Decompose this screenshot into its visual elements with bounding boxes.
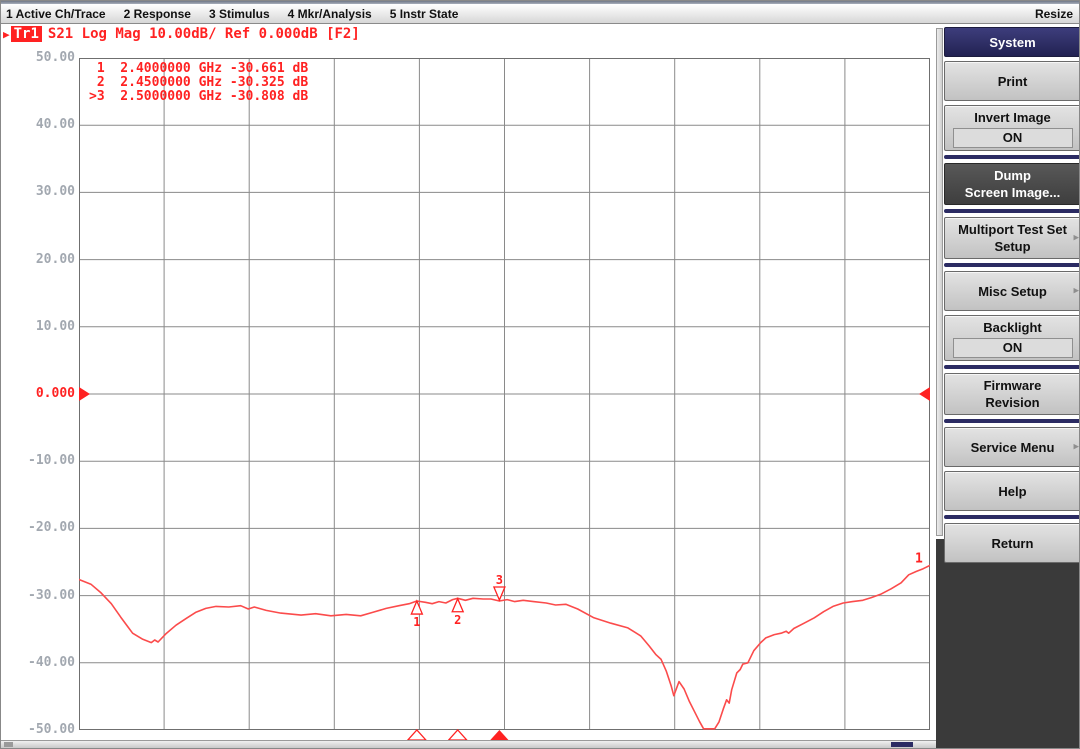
trace-header: ▶ Tr1 S21 Log Mag 10.00dB/ Ref 0.000dB [… <box>3 26 360 42</box>
softkey-multiport-test-set[interactable]: Multiport Test SetSetup ▸ <box>944 217 1080 259</box>
sidebar-track <box>936 28 943 536</box>
softkey-service-menu[interactable]: Service Menu ▸ <box>944 427 1080 467</box>
softkey-separator <box>944 515 1080 519</box>
y-axis-label: -30.00 <box>3 588 75 604</box>
softkey-label: Multiport Test Set <box>958 221 1067 238</box>
softkey-label: Backlight <box>983 319 1042 336</box>
softkey-label: Screen Image... <box>965 184 1060 201</box>
menu-item-5[interactable]: 5 Instr State <box>390 7 459 21</box>
marker-2-number: 2 <box>454 613 461 627</box>
instrument-screen: 1 Active Ch/Trace 2 Response 3 Stimulus 4 M… <box>0 0 1080 749</box>
submenu-arrow-icon: ▸ <box>1073 439 1079 456</box>
status-bar-nub <box>4 742 13 747</box>
softkey-help[interactable]: Help <box>944 471 1080 511</box>
menu-item-3[interactable]: 3 Stimulus <box>209 7 270 21</box>
menubar-items: 1 Active Ch/Trace 2 Response 3 Stimulus 4 M… <box>1 7 458 21</box>
y-axis-label: 40.00 <box>3 117 75 133</box>
y-axis-label: -10.00 <box>3 453 75 469</box>
y-axis-label: -40.00 <box>3 655 75 671</box>
menu-item-4[interactable]: 4 Mkr/Analysis <box>288 7 372 21</box>
softkey-separator <box>944 365 1080 369</box>
softkey-label: Help <box>998 483 1026 500</box>
y-axis-reference-label: 0.000 <box>3 386 75 402</box>
softkey-label: Return <box>992 535 1034 552</box>
marker-2-icon <box>452 599 463 612</box>
softkey-label: Setup <box>994 238 1030 255</box>
y-axis-label: 10.00 <box>3 319 75 335</box>
y-axis-label: -20.00 <box>3 520 75 536</box>
status-bar <box>1 740 936 748</box>
softkey-label: Misc Setup <box>978 283 1047 300</box>
reference-triangle-left-icon <box>79 387 90 401</box>
softkey-separator <box>944 155 1080 159</box>
softkey-system[interactable]: System <box>944 27 1080 57</box>
softkey-dump[interactable]: DumpScreen Image... <box>944 163 1080 205</box>
status-bar-chip <box>891 742 913 747</box>
softkey-backlight[interactable]: Backlight ON <box>944 315 1080 361</box>
softkey-label: System <box>989 34 1035 51</box>
y-axis-label: 30.00 <box>3 184 75 200</box>
marker-3-number: 3 <box>496 573 503 587</box>
trace-header-text: S21 Log Mag 10.00dB/ Ref 0.000dB [F2] <box>48 26 360 42</box>
softkey-print[interactable]: Print <box>944 61 1080 101</box>
menu-item-1[interactable]: 1 Active Ch/Trace <box>6 7 106 21</box>
softkey-label: Service Menu <box>971 439 1055 456</box>
softkey-label: Print <box>998 73 1028 90</box>
reference-triangle-right-icon <box>919 387 930 401</box>
marker-readout: 1 2.4000000 GHz -30.661 dB 2 2.4500000 G… <box>89 62 308 104</box>
softkey-separator <box>944 263 1080 267</box>
measurement-plot: 1 2 3 1 <box>79 58 930 749</box>
softkey-label: Invert Image <box>974 109 1051 126</box>
menu-item-2[interactable]: 2 Response <box>124 7 191 21</box>
sidebar-dark-fill <box>936 539 1080 749</box>
marker-3-icon <box>494 587 505 600</box>
softkey-misc-setup[interactable]: Misc Setup ▸ <box>944 271 1080 311</box>
softkey-label: Firmware <box>984 377 1042 394</box>
trace-number-label: 1 <box>915 551 923 566</box>
submenu-arrow-icon: ▸ <box>1073 283 1079 300</box>
stimulus-marker-1-icon <box>408 730 426 740</box>
y-axis-label: 20.00 <box>3 252 75 268</box>
softkey-label: Revision <box>985 394 1039 411</box>
marker-readout-row-3: >3 2.5000000 GHz -30.808 dB <box>89 90 308 104</box>
softkey-sidebar: System Print Invert Image ON DumpScreen Imag… <box>936 23 1080 749</box>
softkey-label: Dump <box>994 167 1031 184</box>
y-axis-label: 50.00 <box>3 50 75 66</box>
softkey-invert-image[interactable]: Invert Image ON <box>944 105 1080 151</box>
active-trace-arrow-icon: ▶ <box>3 28 10 41</box>
menubar: 1 Active Ch/Trace 2 Response 3 Stimulus 4 M… <box>1 4 1079 24</box>
softkey-firmware[interactable]: FirmwareRevision <box>944 373 1080 415</box>
y-axis-label: -50.00 <box>3 722 75 738</box>
softkey-separator <box>944 209 1080 213</box>
softkey-toggle-state: ON <box>953 338 1073 358</box>
softkey-toggle-state: ON <box>953 128 1073 148</box>
resize-button[interactable]: Resize <box>1035 7 1079 21</box>
marker-1-number: 1 <box>413 615 420 629</box>
softkey-buttons: System Print Invert Image ON DumpScreen Imag… <box>944 27 1080 567</box>
submenu-arrow-icon: ▸ <box>1073 230 1079 247</box>
marker-readout-row-1: 1 2.4000000 GHz -30.661 dB <box>89 62 308 76</box>
stimulus-marker-2-icon <box>449 730 467 740</box>
softkey-return[interactable]: Return <box>944 523 1080 563</box>
marker-readout-row-2: 2 2.4500000 GHz -30.325 dB <box>89 76 308 90</box>
softkey-separator <box>944 419 1080 423</box>
trace-badge[interactable]: Tr1 <box>11 26 42 42</box>
